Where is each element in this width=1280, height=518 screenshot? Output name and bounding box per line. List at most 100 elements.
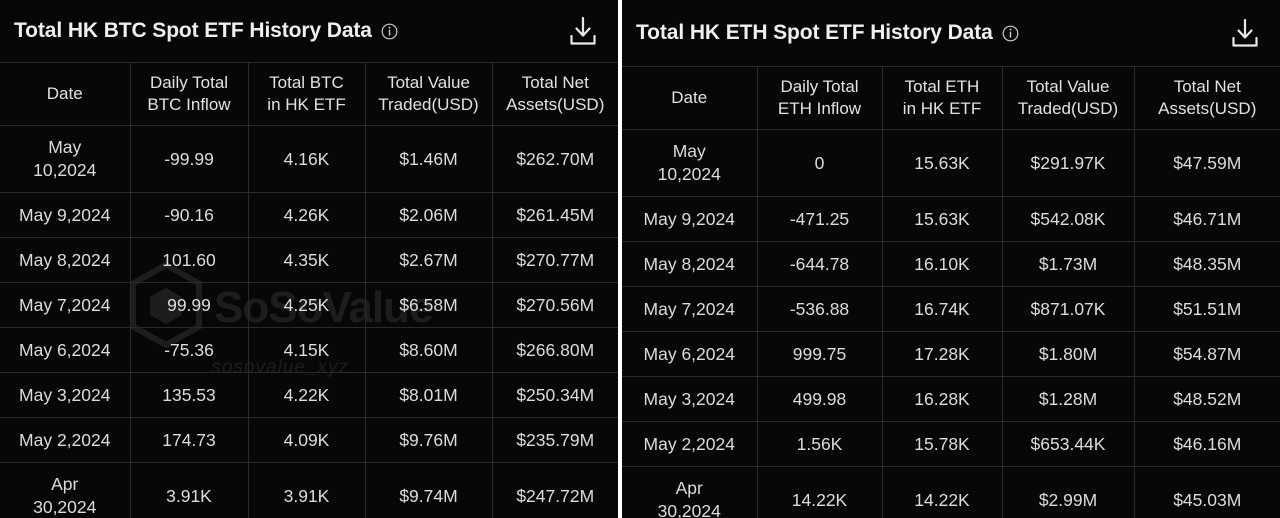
cell-total-holdings: 15.63K [881,129,1003,197]
header-line: ETH Inflow [777,99,862,118]
column-header-total-holdings[interactable]: Total ETH in HK ETF [881,66,1003,130]
cell-total-value-traded: $6.58M [364,282,493,328]
column-header-total-net-assets[interactable]: Total Net Assets(USD) [491,62,618,126]
table-row[interactable]: May 9,2024 -471.25 15.63K $542.08K $46.71M [622,196,1280,242]
cell-total-holdings: 16.74K [881,286,1003,332]
cell-total-value-traded: $8.60M [364,327,493,373]
header-line: in HK ETF [267,95,346,114]
date-line: May 6,2024 [643,343,735,364]
btc-panel: SoSoValue sosovalue_xyz Total HK BTC Spo… [0,0,618,518]
eth-table-header-row: Date Daily Total ETH Inflow Total ETH in… [622,66,1280,130]
cell-date: May 10,2024 [622,129,758,197]
cell-date: May 9,2024 [622,196,758,242]
table-row[interactable]: May 3,2024 499.98 16.28K $1.28M $48.52M [622,376,1280,422]
column-header-total-net-assets[interactable]: Total Net Assets(USD) [1133,66,1280,130]
cell-daily-inflow: 174.73 [129,417,249,463]
download-icon[interactable] [1230,17,1260,49]
column-header-date[interactable]: Date [622,66,758,130]
btc-page-title: Total HK BTC Spot ETF History Data [14,19,372,42]
header-line: in HK ETF [902,99,982,118]
cell-total-value-traded: $9.76M [364,417,493,463]
date-line: May 7,2024 [643,298,735,319]
info-circle-icon[interactable] [381,23,398,40]
cell-daily-inflow: 0 [756,129,883,197]
cell-total-net-assets: $45.03M [1133,466,1280,518]
table-row[interactable]: May 6,2024 999.75 17.28K $1.80M $54.87M [622,331,1280,377]
cell-total-net-assets: $270.77M [491,237,618,283]
cell-date: May 9,2024 [0,192,131,238]
btc-history-table: Date Daily Total BTC Inflow Total BTC in… [0,62,618,518]
cell-date: May 2,2024 [0,417,131,463]
table-row[interactable]: May 7,2024 99.99 4.25K $6.58M $270.56M [0,282,618,328]
column-header-daily-inflow[interactable]: Daily Total BTC Inflow [129,62,249,126]
cell-total-holdings: 14.22K [881,466,1003,518]
btc-table-body: May 10,2024 -99.99 4.16K $1.46M $262.70M May 9… [0,125,618,518]
date-line: May 8,2024 [643,253,735,274]
date-line: May [48,137,82,158]
header-line: Daily Total [780,76,859,96]
cell-date: May 10,2024 [0,125,131,193]
cell-total-holdings: 4.35K [247,237,366,283]
table-row[interactable]: Apr 30,2024 3.91K 3.91K $9.74M $247.72M [0,462,618,518]
cell-total-net-assets: $48.52M [1133,376,1280,422]
table-row[interactable]: Apr 30,2024 14.22K 14.22K $2.99M $45.03M [622,466,1280,518]
column-header-total-value-traded[interactable]: Total Value Traded(USD) [1001,66,1135,130]
cell-date: Apr 30,2024 [0,462,131,518]
cell-total-holdings: 4.25K [247,282,366,328]
header-line: Traded(USD) [1017,99,1119,118]
cell-total-value-traded: $9.74M [364,462,493,518]
table-row[interactable]: May 6,2024 -75.36 4.15K $8.60M $266.80M [0,327,618,373]
header-line: Total Net [521,72,589,92]
table-row[interactable]: May 3,2024 135.53 4.22K $8.01M $250.34M [0,372,618,418]
column-header-date[interactable]: Date [0,62,131,126]
table-row[interactable]: May 2,2024 1.56K 15.78K $653.44K $46.16M [622,421,1280,467]
eth-table-body: May 10,2024 0 15.63K $291.97K $47.59M May 9,20… [622,129,1280,518]
date-line: Apr [51,474,79,495]
date-line: May 7,2024 [19,294,111,315]
cell-daily-inflow: 135.53 [129,372,249,418]
cell-date: May 8,2024 [0,237,131,283]
cell-daily-inflow: 499.98 [756,376,883,422]
header-line: Traded(USD) [378,95,479,114]
cell-daily-inflow: 101.60 [129,237,249,283]
table-row[interactable]: May 10,2024 -99.99 4.16K $1.46M $262.70M [0,125,618,193]
table-row[interactable]: May 7,2024 -536.88 16.74K $871.07K $51.51M [622,286,1280,332]
cell-total-net-assets: $54.87M [1133,331,1280,377]
cell-daily-inflow: 999.75 [756,331,883,377]
cell-total-holdings: 16.10K [881,241,1003,287]
cell-total-holdings: 4.15K [247,327,366,373]
eth-history-table: Date Daily Total ETH Inflow Total ETH in… [622,66,1280,518]
cell-daily-inflow: -471.25 [756,196,883,242]
btc-panel-header: Total HK BTC Spot ETF History Data [0,0,618,62]
date-line: May 6,2024 [19,339,111,360]
cell-total-value-traded: $2.67M [364,237,493,283]
table-row[interactable]: May 10,2024 0 15.63K $291.97K $47.59M [622,129,1280,197]
date-line: Apr [675,478,703,499]
cell-total-net-assets: $261.45M [491,192,618,238]
table-row[interactable]: May 2,2024 174.73 4.09K $9.76M $235.79M [0,417,618,463]
date-line: May 3,2024 [19,384,111,405]
eth-panel: SoSoValue sosovalue_xyz Total HK ETH Spo… [622,0,1280,518]
table-row[interactable]: May 9,2024 -90.16 4.26K $2.06M $261.45M [0,192,618,238]
column-header-total-holdings[interactable]: Total BTC in HK ETF [247,62,366,126]
date-line: 10,2024 [657,164,721,184]
column-header-daily-inflow[interactable]: Daily Total ETH Inflow [756,66,883,130]
download-icon[interactable] [568,15,598,47]
cell-total-net-assets: $235.79M [491,417,618,463]
cell-total-net-assets: $48.35M [1133,241,1280,287]
cell-total-net-assets: $247.72M [491,462,618,518]
cell-total-net-assets: $266.80M [491,327,618,373]
cell-daily-inflow: 3.91K [129,462,249,518]
cell-daily-inflow: 1.56K [756,421,883,467]
cell-total-value-traded: $1.80M [1001,331,1135,377]
cell-total-value-traded: $2.06M [364,192,493,238]
table-row[interactable]: May 8,2024 101.60 4.35K $2.67M $270.77M [0,237,618,283]
cell-date: May 6,2024 [0,327,131,373]
cell-total-net-assets: $262.70M [491,125,618,193]
cell-total-net-assets: $46.16M [1133,421,1280,467]
info-circle-icon[interactable] [1002,25,1019,42]
table-row[interactable]: May 8,2024 -644.78 16.10K $1.73M $48.35M [622,241,1280,287]
header-line: Total ETH [904,76,980,96]
column-header-total-value-traded[interactable]: Total Value Traded(USD) [364,62,493,126]
cell-total-net-assets: $46.71M [1133,196,1280,242]
